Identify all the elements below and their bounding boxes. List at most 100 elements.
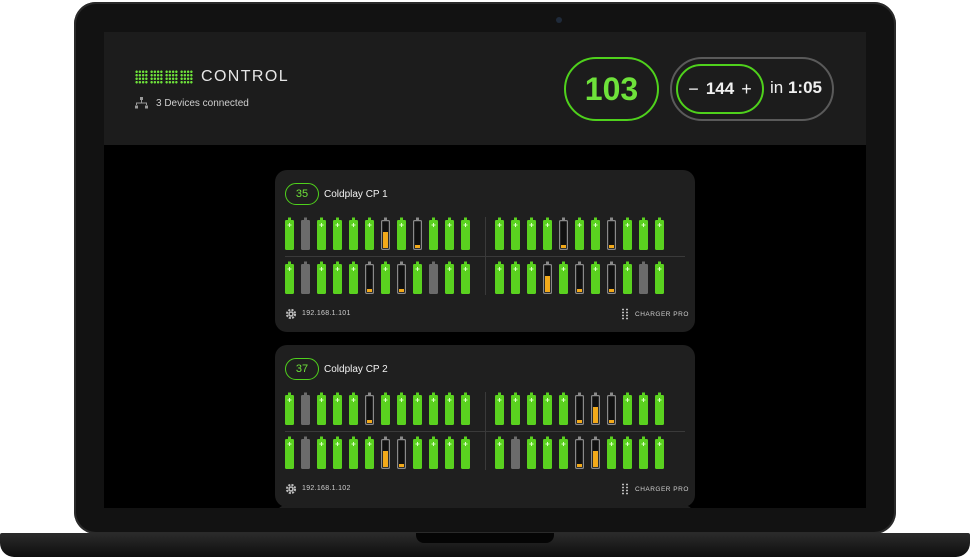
battery-slot-charged[interactable] (511, 261, 520, 294)
battery-slot-charging[interactable] (381, 436, 390, 469)
battery-slot-charged[interactable] (655, 436, 664, 469)
battery-slot-charging[interactable] (607, 261, 616, 294)
battery-slot-charged[interactable] (543, 392, 552, 425)
battery-slot-charged[interactable] (639, 392, 648, 425)
battery-slot-charging[interactable] (575, 261, 584, 294)
battery-slot-charged[interactable] (445, 217, 454, 250)
battery-slot-charging[interactable] (365, 261, 374, 294)
battery-slot-charging[interactable] (575, 392, 584, 425)
battery-slot-charged[interactable] (607, 436, 616, 469)
battery-slot-charged[interactable] (397, 217, 406, 250)
battery-slot-charged[interactable] (495, 436, 504, 469)
battery-slot-charged[interactable] (559, 436, 568, 469)
battery-slot-charged[interactable] (461, 261, 470, 294)
battery-slot-charged[interactable] (623, 217, 632, 250)
battery-slot-charged[interactable] (397, 392, 406, 425)
battery-slot-charged[interactable] (591, 217, 600, 250)
app-logo[interactable]: CONTROL (135, 68, 289, 86)
battery-slot-charged[interactable] (543, 217, 552, 250)
battery-slot-charged[interactable] (285, 217, 294, 250)
battery-slot-charged[interactable] (333, 261, 342, 294)
charger-card-partial[interactable] (275, 505, 695, 508)
battery-slot-charging[interactable] (591, 392, 600, 425)
settings-gear-icon[interactable] (285, 308, 297, 320)
battery-slot-charged[interactable] (591, 261, 600, 294)
battery-slot-charged[interactable] (511, 217, 520, 250)
battery-slot-charged[interactable] (429, 436, 438, 469)
battery-slot-charged[interactable] (559, 392, 568, 425)
battery-slot-charged[interactable] (623, 436, 632, 469)
battery-slot-empty[interactable] (429, 261, 438, 294)
battery-slot-charged[interactable] (639, 217, 648, 250)
battery-slot-charged[interactable] (381, 392, 390, 425)
battery-slot-charged[interactable] (413, 436, 422, 469)
battery-slot-charging[interactable] (365, 392, 374, 425)
battery-slot-charged[interactable] (349, 217, 358, 250)
battery-slot-charging[interactable] (591, 436, 600, 469)
battery-slot-charged[interactable] (655, 392, 664, 425)
charger-card[interactable]: 35 Coldplay CP 1 192.168.1.101 CHARGER P… (275, 170, 695, 332)
battery-slot-charged[interactable] (317, 217, 326, 250)
battery-slot-charged[interactable] (445, 392, 454, 425)
settings-gear-icon[interactable] (285, 483, 297, 495)
battery-slot-charging[interactable] (575, 436, 584, 469)
battery-slot-charged[interactable] (461, 436, 470, 469)
battery-slot-charged[interactable] (543, 436, 552, 469)
battery-slot-charged[interactable] (527, 217, 536, 250)
battery-slot-empty[interactable] (639, 261, 648, 294)
battery-slot-empty[interactable] (301, 261, 310, 294)
battery-slot-charged[interactable] (495, 217, 504, 250)
battery-slot-charging[interactable] (543, 261, 552, 294)
battery-slot-charged[interactable] (333, 217, 342, 250)
battery-slot-empty[interactable] (301, 217, 310, 250)
battery-slot-charging[interactable] (397, 436, 406, 469)
battery-slot-charged[interactable] (413, 392, 422, 425)
battery-slot-charged[interactable] (511, 392, 520, 425)
battery-slot-charged[interactable] (349, 436, 358, 469)
battery-slot-charged[interactable] (445, 436, 454, 469)
battery-slot-charged[interactable] (575, 217, 584, 250)
battery-slot-charged[interactable] (381, 261, 390, 294)
battery-slot-charging[interactable] (607, 217, 616, 250)
battery-slot-charged[interactable] (461, 217, 470, 250)
battery-slot-charged[interactable] (285, 436, 294, 469)
battery-slot-charged[interactable] (461, 392, 470, 425)
battery-slot-charged[interactable] (429, 392, 438, 425)
battery-slot-charging[interactable] (607, 392, 616, 425)
battery-slot-charged[interactable] (317, 392, 326, 425)
battery-slot-charged[interactable] (623, 261, 632, 294)
battery-slot-charging[interactable] (381, 217, 390, 250)
increment-button[interactable]: + (741, 79, 752, 100)
battery-slot-charged[interactable] (639, 436, 648, 469)
battery-slot-empty[interactable] (301, 436, 310, 469)
battery-slot-charged[interactable] (413, 261, 422, 294)
battery-slot-charged[interactable] (317, 436, 326, 469)
battery-slot-charging[interactable] (397, 261, 406, 294)
battery-slot-charged[interactable] (349, 392, 358, 425)
battery-slot-empty[interactable] (511, 436, 520, 469)
battery-slot-charged[interactable] (365, 436, 374, 469)
battery-slot-charged[interactable] (365, 217, 374, 250)
battery-slot-charged[interactable] (429, 217, 438, 250)
battery-slot-charged[interactable] (527, 436, 536, 469)
charger-card[interactable]: 37 Coldplay CP 2 192.168.1.102 CHARGER P… (275, 345, 695, 507)
battery-slot-charged[interactable] (623, 392, 632, 425)
decrement-button[interactable]: − (688, 79, 699, 100)
battery-slot-charging[interactable] (413, 217, 422, 250)
battery-slot-charged[interactable] (559, 261, 568, 294)
battery-slot-charged[interactable] (349, 261, 358, 294)
battery-slot-charged[interactable] (333, 392, 342, 425)
battery-slot-charged[interactable] (495, 261, 504, 294)
battery-slot-charged[interactable] (655, 217, 664, 250)
battery-slot-charged[interactable] (527, 392, 536, 425)
count-stepper[interactable]: − 144 + (676, 64, 764, 114)
battery-slot-charging[interactable] (559, 217, 568, 250)
battery-slot-charged[interactable] (285, 261, 294, 294)
battery-slot-empty[interactable] (301, 392, 310, 425)
battery-slot-charged[interactable] (445, 261, 454, 294)
battery-slot-charged[interactable] (495, 392, 504, 425)
battery-slot-charged[interactable] (317, 261, 326, 294)
battery-slot-charged[interactable] (655, 261, 664, 294)
battery-slot-charged[interactable] (285, 392, 294, 425)
battery-slot-charged[interactable] (527, 261, 536, 294)
